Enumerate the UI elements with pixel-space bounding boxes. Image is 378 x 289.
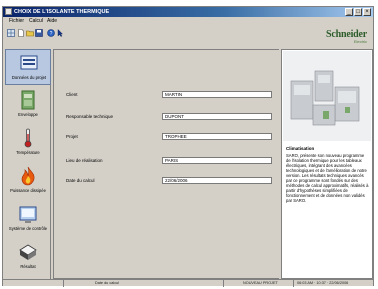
calculation-date-label: Date du calcul	[66, 178, 95, 183]
app-icon	[5, 8, 12, 15]
window-title: CHOIX DE L'ISOLANTE THERMIQUE	[14, 9, 110, 15]
menu-bar: Fichier Calcul Aide	[3, 17, 373, 25]
sidebar-item-dissipated-power[interactable]: Puissance dissipée	[5, 163, 51, 199]
new-file-button[interactable]	[17, 29, 25, 37]
technical-manager-label: Responsable technique	[66, 114, 114, 119]
product-photo	[283, 51, 371, 141]
new-file-icon	[18, 29, 24, 37]
project-label: Projet	[66, 134, 78, 139]
status-mode: NOUVEAU PROJET	[243, 281, 278, 285]
status-time: 06:03 AM · 10:37 · 22/06/2006	[297, 281, 349, 285]
sidebar-item-label: Enveloppe	[18, 112, 38, 117]
folder-icon	[26, 30, 34, 37]
toolbar: ? Schneider Electric	[3, 25, 373, 47]
control-system-icon	[19, 206, 37, 223]
menu-fichier[interactable]: Fichier	[9, 18, 24, 24]
sidebar-item-temperature[interactable]: Température	[5, 125, 51, 161]
sidebar-item-enclosure[interactable]: Enveloppe	[5, 87, 51, 123]
status-field-name: Date du calcul	[95, 281, 120, 285]
info-panel: Climatisation SARO, présente son nouveau…	[281, 49, 373, 279]
open-button[interactable]	[26, 29, 34, 37]
panel-description: SARO, présente son nouveau programme de …	[286, 153, 369, 203]
status-divider	[63, 280, 64, 287]
grid-icon	[7, 29, 15, 37]
help-button[interactable]: ?	[47, 29, 55, 37]
status-bar: Date du calcul NOUVEAU PROJET 06:03 AM ·…	[3, 279, 373, 287]
toolbar-icon-1[interactable]	[7, 29, 15, 37]
close-button[interactable]: ×	[363, 8, 371, 16]
location-field[interactable]: PARIS	[162, 157, 272, 164]
save-button[interactable]	[35, 29, 43, 37]
result-icon	[19, 244, 37, 260]
flame-icon	[21, 166, 35, 186]
sidebar-item-label: Données du projet	[11, 75, 47, 80]
thermometer-icon	[24, 128, 32, 148]
menu-calcul[interactable]: Calcul	[29, 18, 43, 24]
sidebar-item-project-data[interactable]: Données du projet	[5, 49, 51, 85]
sidebar-item-label: Système de contrôle	[8, 226, 48, 231]
panel-title: Climatisation	[286, 146, 315, 151]
sidebar-item-label: Résultat	[20, 264, 36, 269]
sidebar-item-control-system[interactable]: Système de contrôle	[5, 201, 51, 237]
technical-manager-field[interactable]: DUPONT	[162, 113, 272, 120]
status-divider	[293, 280, 294, 287]
save-icon	[35, 29, 43, 37]
sidebar: Données du projet Enveloppe Température …	[5, 49, 51, 279]
minimize-button[interactable]: _	[345, 8, 353, 16]
client-field[interactable]: MARTIN	[162, 91, 272, 98]
location-label: Lieu de réalisation	[66, 158, 103, 163]
svg-text:?: ?	[50, 31, 53, 37]
client-label: Client	[66, 92, 78, 97]
maximize-button[interactable]: □	[354, 8, 362, 16]
status-divider	[223, 280, 224, 287]
enclosure-icon	[21, 90, 35, 110]
app-window: CHOIX DE L'ISOLANTE THERMIQUE _ □ × Fich…	[2, 6, 374, 287]
calculation-date-field[interactable]: 22/06/2006	[162, 177, 272, 184]
title-bar[interactable]: CHOIX DE L'ISOLANTE THERMIQUE _ □ ×	[3, 7, 373, 17]
help-icon: ?	[47, 29, 55, 37]
menu-aide[interactable]: Aide	[47, 18, 57, 24]
brand-logo: Schneider Electric	[326, 29, 367, 44]
project-data-icon	[20, 55, 38, 70]
project-field[interactable]: TROPHEE	[162, 133, 272, 140]
info-button[interactable]	[56, 29, 64, 37]
sidebar-item-label: Température	[16, 150, 40, 155]
sidebar-item-label: Puissance dissipée	[10, 188, 46, 193]
pointer-icon	[57, 29, 63, 37]
project-form: Client MARTIN Responsable technique DUPO…	[53, 49, 279, 279]
sidebar-item-result[interactable]: Résultat	[5, 239, 51, 275]
